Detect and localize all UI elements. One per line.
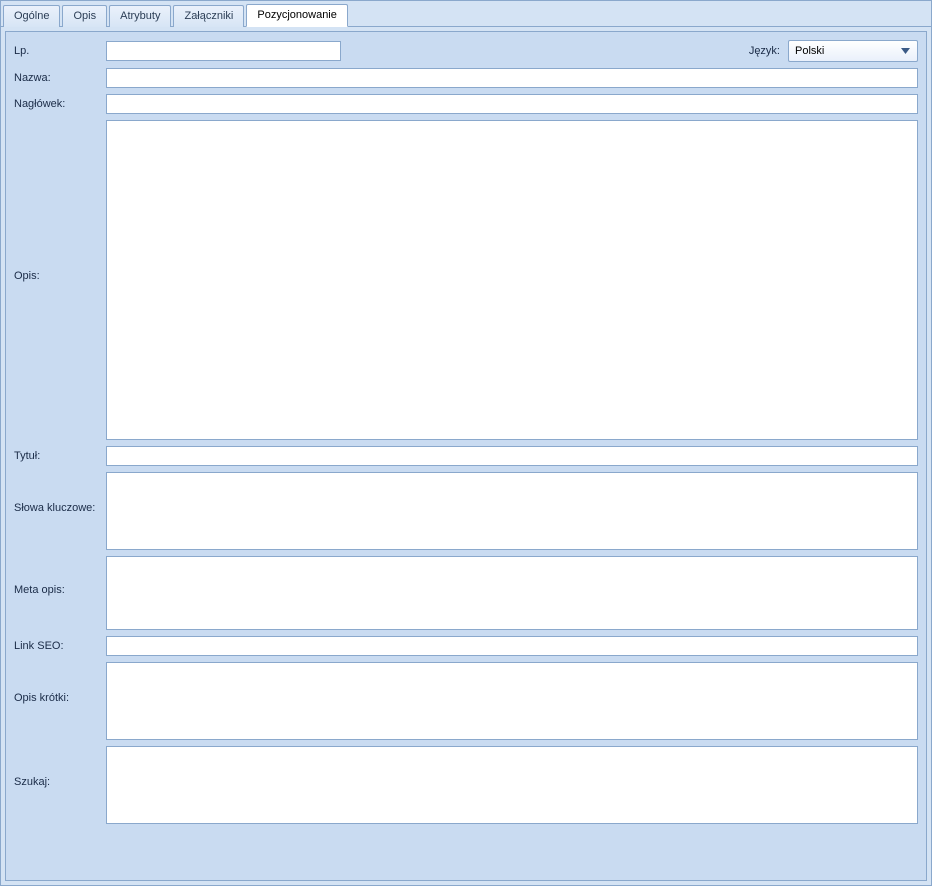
lp-input[interactable]	[106, 41, 341, 61]
header-input[interactable]	[106, 94, 918, 114]
keywords-textarea[interactable]	[106, 472, 918, 550]
tab-general[interactable]: Ogólne	[3, 5, 60, 27]
label-keywords: Słowa kluczowe:	[14, 472, 106, 514]
tab-label: Atrybuty	[120, 10, 160, 22]
label-name: Nazwa:	[14, 72, 106, 84]
label-language: Język:	[749, 45, 780, 57]
tab-label: Załączniki	[184, 10, 233, 22]
description-textarea[interactable]	[106, 120, 918, 440]
label-short-desc: Opis krótki:	[14, 662, 106, 704]
seo-link-input[interactable]	[106, 636, 918, 656]
label-description: Opis:	[14, 120, 106, 282]
label-search: Szukaj:	[14, 746, 106, 788]
tab-positioning[interactable]: Pozycjonowanie	[246, 4, 348, 27]
label-title: Tytuł:	[14, 450, 106, 462]
tab-attributes[interactable]: Atrybuty	[109, 5, 171, 27]
form-panel: Lp. Język: Polski Nazwa: Nagłówek: Opis:	[5, 31, 927, 881]
search-textarea[interactable]	[106, 746, 918, 824]
label-lp: Lp.	[14, 45, 106, 57]
tab-label: Ogólne	[14, 10, 49, 22]
tab-attachments[interactable]: Załączniki	[173, 5, 244, 27]
title-input[interactable]	[106, 446, 918, 466]
chevron-down-icon	[897, 43, 913, 59]
meta-desc-textarea[interactable]	[106, 556, 918, 630]
label-header: Nagłówek:	[14, 98, 106, 110]
short-desc-textarea[interactable]	[106, 662, 918, 740]
language-select[interactable]: Polski	[788, 40, 918, 62]
tab-label: Pozycjonowanie	[257, 9, 337, 21]
name-input[interactable]	[106, 68, 918, 88]
tab-label: Opis	[73, 10, 96, 22]
positioning-form: Ogólne Opis Atrybuty Załączniki Pozycjon…	[0, 0, 932, 886]
tab-bar: Ogólne Opis Atrybuty Załączniki Pozycjon…	[1, 1, 931, 27]
language-select-value: Polski	[795, 45, 897, 57]
label-meta-desc: Meta opis:	[14, 556, 106, 596]
label-seo-link: Link SEO:	[14, 640, 106, 652]
tab-description[interactable]: Opis	[62, 5, 107, 27]
